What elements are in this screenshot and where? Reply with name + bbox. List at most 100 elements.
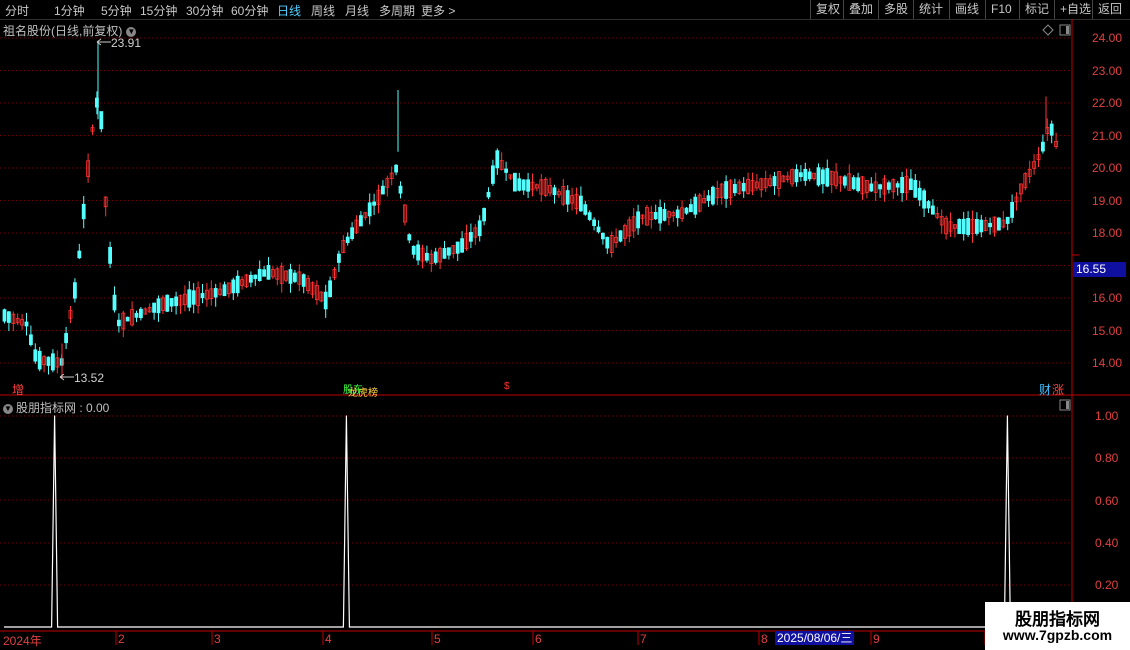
candle-body — [336, 253, 341, 263]
candle-body — [33, 349, 38, 362]
candle-body — [552, 187, 557, 196]
price-label: 24.00 — [1092, 31, 1123, 45]
candle-body — [222, 284, 227, 297]
candle-body — [490, 165, 495, 184]
price-label: 16.00 — [1092, 291, 1123, 305]
chart-canvas[interactable] — [0, 0, 1130, 650]
candle-body — [887, 182, 891, 190]
candle-body — [895, 183, 900, 188]
candle-body — [851, 177, 856, 190]
candle-body — [112, 294, 117, 311]
candle-body — [513, 172, 517, 192]
candle-body — [658, 207, 662, 224]
candle-body — [724, 181, 728, 199]
candle-body — [807, 171, 812, 180]
candle-body — [596, 226, 601, 233]
candle-body — [213, 288, 218, 298]
candle-body — [799, 172, 803, 178]
candle-body — [367, 202, 372, 217]
candle-body — [917, 187, 922, 201]
candle-body — [169, 298, 174, 307]
event-marker-longhu[interactable]: 龙虎榜 — [348, 384, 378, 399]
candle-body — [922, 190, 926, 209]
candle-body — [99, 111, 104, 130]
date-label: 2024年 — [3, 634, 42, 648]
candle-body — [856, 177, 860, 192]
candle-body — [592, 219, 596, 227]
candle-body — [253, 274, 258, 280]
event-marker-zeng[interactable]: 增 — [12, 381, 24, 398]
indicator-dropdown-icon[interactable]: ▼ — [3, 403, 13, 414]
candle-body — [587, 212, 592, 220]
indicator-label: 0.80 — [1095, 451, 1119, 465]
candle-body — [64, 333, 68, 344]
candle-body — [262, 269, 267, 277]
candle-body — [816, 167, 821, 186]
event-marker-dollar[interactable]: $ — [504, 381, 510, 392]
date-label: 7 — [640, 632, 647, 646]
candle-body — [380, 185, 385, 195]
diamond-icon[interactable] — [1042, 24, 1054, 36]
candle-body — [997, 217, 1001, 231]
candle-body — [165, 294, 170, 312]
candle-body — [1010, 201, 1014, 218]
candle-body — [579, 195, 583, 212]
candle-body — [684, 207, 689, 214]
candle-body — [636, 211, 640, 229]
candle-body — [966, 218, 970, 235]
candle-body — [407, 234, 412, 241]
indicator-label: 0.40 — [1095, 536, 1119, 550]
candle-body — [900, 176, 904, 194]
candle-body — [605, 236, 610, 249]
candle-body — [821, 169, 825, 185]
candle-body — [152, 302, 157, 313]
candle-body — [301, 274, 306, 287]
watermark-logo: 股朋指标网 www.7gpzb.com — [985, 602, 1130, 650]
candle-body — [706, 195, 711, 202]
candle-body — [345, 236, 350, 244]
candle-body — [117, 319, 121, 327]
candle-body — [350, 227, 355, 240]
candle-body — [28, 334, 33, 346]
candle-body — [46, 356, 51, 366]
watermark-url: www.7gpzb.com — [1002, 627, 1113, 643]
candle-body — [394, 164, 399, 173]
candle-body — [988, 222, 992, 228]
event-marker-cai[interactable]: 财 — [1039, 381, 1051, 398]
candle-body — [486, 191, 491, 198]
candle-body — [869, 183, 874, 192]
date-label: 3 — [214, 632, 221, 646]
candle-body — [653, 212, 658, 220]
indicator-label: 0.60 — [1095, 494, 1119, 508]
indicator-label: 1.00 — [1095, 409, 1119, 423]
candle-body — [156, 298, 161, 314]
date-label: 9 — [873, 632, 880, 646]
candle-body — [482, 208, 487, 222]
candle-body — [108, 246, 112, 264]
date-label: 8 — [761, 632, 768, 646]
candle-body — [504, 168, 509, 173]
candle-body — [51, 353, 55, 371]
event-marker-zhang[interactable]: 涨 — [1052, 381, 1064, 398]
price-label: 14.00 — [1092, 356, 1123, 370]
candle-body — [288, 269, 293, 284]
indicator-series-line — [4, 415, 1064, 628]
selected-date: 2025/08/06/三 — [775, 631, 855, 645]
candle-body — [477, 220, 482, 237]
candle-body — [248, 274, 253, 283]
candle-body — [200, 293, 205, 299]
candle-body — [979, 219, 984, 233]
candle-body — [1041, 141, 1045, 152]
candle-body — [843, 176, 847, 186]
candle-body — [825, 168, 830, 187]
low-price-annotation: 13.52 — [74, 371, 105, 385]
candle-body — [711, 186, 715, 205]
price-label: 21.00 — [1092, 129, 1123, 143]
candle-body — [931, 205, 935, 215]
candle-body — [1005, 216, 1010, 224]
price-label: 22.00 — [1092, 96, 1123, 110]
candle-body — [909, 178, 913, 191]
candle-body — [231, 279, 236, 294]
candle-body — [689, 204, 693, 213]
price-label: 15.00 — [1092, 324, 1123, 338]
